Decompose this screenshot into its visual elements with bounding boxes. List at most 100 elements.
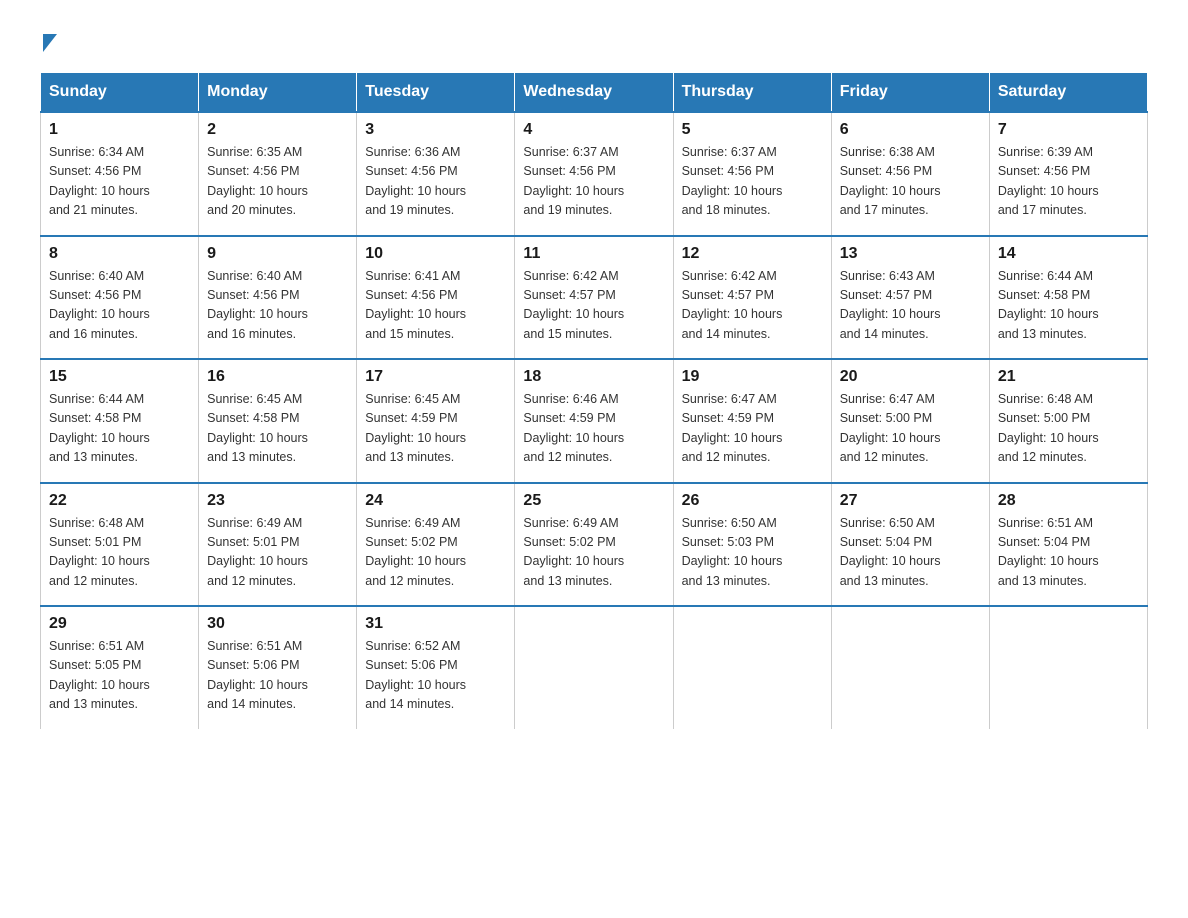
day-number: 19 xyxy=(682,368,823,386)
calendar-cell: 30 Sunrise: 6:51 AM Sunset: 5:06 PM Dayl… xyxy=(199,606,357,729)
day-number: 24 xyxy=(365,492,506,510)
day-number: 17 xyxy=(365,368,506,386)
calendar-cell: 26 Sunrise: 6:50 AM Sunset: 5:03 PM Dayl… xyxy=(673,483,831,607)
calendar-cell: 17 Sunrise: 6:45 AM Sunset: 4:59 PM Dayl… xyxy=(357,359,515,483)
day-number: 3 xyxy=(365,121,506,139)
day-info: Sunrise: 6:34 AM Sunset: 4:56 PM Dayligh… xyxy=(49,143,190,221)
calendar-cell: 25 Sunrise: 6:49 AM Sunset: 5:02 PM Dayl… xyxy=(515,483,673,607)
calendar-cell: 1 Sunrise: 6:34 AM Sunset: 4:56 PM Dayli… xyxy=(41,112,199,236)
day-number: 31 xyxy=(365,615,506,633)
day-info: Sunrise: 6:37 AM Sunset: 4:56 PM Dayligh… xyxy=(682,143,823,221)
day-info: Sunrise: 6:49 AM Sunset: 5:02 PM Dayligh… xyxy=(365,514,506,592)
day-number: 1 xyxy=(49,121,190,139)
day-info: Sunrise: 6:51 AM Sunset: 5:06 PM Dayligh… xyxy=(207,637,348,715)
day-info: Sunrise: 6:50 AM Sunset: 5:04 PM Dayligh… xyxy=(840,514,981,592)
day-info: Sunrise: 6:40 AM Sunset: 4:56 PM Dayligh… xyxy=(49,267,190,345)
day-info: Sunrise: 6:44 AM Sunset: 4:58 PM Dayligh… xyxy=(49,390,190,468)
calendar-cell: 21 Sunrise: 6:48 AM Sunset: 5:00 PM Dayl… xyxy=(989,359,1147,483)
day-number: 9 xyxy=(207,245,348,263)
day-number: 10 xyxy=(365,245,506,263)
logo-arrow-icon xyxy=(43,34,57,52)
day-info: Sunrise: 6:47 AM Sunset: 5:00 PM Dayligh… xyxy=(840,390,981,468)
day-number: 11 xyxy=(523,245,664,263)
day-info: Sunrise: 6:47 AM Sunset: 4:59 PM Dayligh… xyxy=(682,390,823,468)
day-number: 22 xyxy=(49,492,190,510)
calendar-cell: 18 Sunrise: 6:46 AM Sunset: 4:59 PM Dayl… xyxy=(515,359,673,483)
calendar-cell xyxy=(515,606,673,729)
dow-header-saturday: Saturday xyxy=(989,73,1147,113)
day-number: 13 xyxy=(840,245,981,263)
day-info: Sunrise: 6:43 AM Sunset: 4:57 PM Dayligh… xyxy=(840,267,981,345)
dow-header-thursday: Thursday xyxy=(673,73,831,113)
day-info: Sunrise: 6:52 AM Sunset: 5:06 PM Dayligh… xyxy=(365,637,506,715)
calendar-cell: 11 Sunrise: 6:42 AM Sunset: 4:57 PM Dayl… xyxy=(515,236,673,360)
day-number: 4 xyxy=(523,121,664,139)
day-info: Sunrise: 6:38 AM Sunset: 4:56 PM Dayligh… xyxy=(840,143,981,221)
calendar-cell: 2 Sunrise: 6:35 AM Sunset: 4:56 PM Dayli… xyxy=(199,112,357,236)
day-info: Sunrise: 6:48 AM Sunset: 5:00 PM Dayligh… xyxy=(998,390,1139,468)
dow-header-wednesday: Wednesday xyxy=(515,73,673,113)
day-number: 7 xyxy=(998,121,1139,139)
calendar-cell: 3 Sunrise: 6:36 AM Sunset: 4:56 PM Dayli… xyxy=(357,112,515,236)
calendar-cell: 7 Sunrise: 6:39 AM Sunset: 4:56 PM Dayli… xyxy=(989,112,1147,236)
day-number: 20 xyxy=(840,368,981,386)
day-number: 16 xyxy=(207,368,348,386)
calendar-cell: 9 Sunrise: 6:40 AM Sunset: 4:56 PM Dayli… xyxy=(199,236,357,360)
calendar-cell: 20 Sunrise: 6:47 AM Sunset: 5:00 PM Dayl… xyxy=(831,359,989,483)
calendar-cell xyxy=(831,606,989,729)
day-info: Sunrise: 6:45 AM Sunset: 4:58 PM Dayligh… xyxy=(207,390,348,468)
day-info: Sunrise: 6:40 AM Sunset: 4:56 PM Dayligh… xyxy=(207,267,348,345)
day-info: Sunrise: 6:36 AM Sunset: 4:56 PM Dayligh… xyxy=(365,143,506,221)
dow-header-tuesday: Tuesday xyxy=(357,73,515,113)
day-number: 8 xyxy=(49,245,190,263)
dow-header-sunday: Sunday xyxy=(41,73,199,113)
day-number: 27 xyxy=(840,492,981,510)
day-info: Sunrise: 6:39 AM Sunset: 4:56 PM Dayligh… xyxy=(998,143,1139,221)
day-number: 15 xyxy=(49,368,190,386)
calendar-cell: 16 Sunrise: 6:45 AM Sunset: 4:58 PM Dayl… xyxy=(199,359,357,483)
calendar-cell: 4 Sunrise: 6:37 AM Sunset: 4:56 PM Dayli… xyxy=(515,112,673,236)
calendar-cell: 6 Sunrise: 6:38 AM Sunset: 4:56 PM Dayli… xyxy=(831,112,989,236)
page-header xyxy=(40,30,1148,52)
day-info: Sunrise: 6:41 AM Sunset: 4:56 PM Dayligh… xyxy=(365,267,506,345)
day-number: 29 xyxy=(49,615,190,633)
calendar-cell: 24 Sunrise: 6:49 AM Sunset: 5:02 PM Dayl… xyxy=(357,483,515,607)
calendar-cell: 5 Sunrise: 6:37 AM Sunset: 4:56 PM Dayli… xyxy=(673,112,831,236)
day-info: Sunrise: 6:37 AM Sunset: 4:56 PM Dayligh… xyxy=(523,143,664,221)
day-info: Sunrise: 6:51 AM Sunset: 5:04 PM Dayligh… xyxy=(998,514,1139,592)
dow-header-monday: Monday xyxy=(199,73,357,113)
day-number: 5 xyxy=(682,121,823,139)
day-info: Sunrise: 6:51 AM Sunset: 5:05 PM Dayligh… xyxy=(49,637,190,715)
day-info: Sunrise: 6:44 AM Sunset: 4:58 PM Dayligh… xyxy=(998,267,1139,345)
calendar-cell: 31 Sunrise: 6:52 AM Sunset: 5:06 PM Dayl… xyxy=(357,606,515,729)
day-number: 25 xyxy=(523,492,664,510)
calendar-cell xyxy=(673,606,831,729)
logo xyxy=(40,30,57,52)
calendar-cell: 28 Sunrise: 6:51 AM Sunset: 5:04 PM Dayl… xyxy=(989,483,1147,607)
day-number: 21 xyxy=(998,368,1139,386)
day-number: 6 xyxy=(840,121,981,139)
calendar-cell: 19 Sunrise: 6:47 AM Sunset: 4:59 PM Dayl… xyxy=(673,359,831,483)
day-number: 28 xyxy=(998,492,1139,510)
calendar-cell: 14 Sunrise: 6:44 AM Sunset: 4:58 PM Dayl… xyxy=(989,236,1147,360)
day-info: Sunrise: 6:46 AM Sunset: 4:59 PM Dayligh… xyxy=(523,390,664,468)
day-info: Sunrise: 6:42 AM Sunset: 4:57 PM Dayligh… xyxy=(682,267,823,345)
calendar-table: SundayMondayTuesdayWednesdayThursdayFrid… xyxy=(40,72,1148,729)
calendar-cell: 13 Sunrise: 6:43 AM Sunset: 4:57 PM Dayl… xyxy=(831,236,989,360)
calendar-cell: 22 Sunrise: 6:48 AM Sunset: 5:01 PM Dayl… xyxy=(41,483,199,607)
calendar-cell: 12 Sunrise: 6:42 AM Sunset: 4:57 PM Dayl… xyxy=(673,236,831,360)
day-info: Sunrise: 6:49 AM Sunset: 5:02 PM Dayligh… xyxy=(523,514,664,592)
calendar-cell: 10 Sunrise: 6:41 AM Sunset: 4:56 PM Dayl… xyxy=(357,236,515,360)
calendar-cell: 15 Sunrise: 6:44 AM Sunset: 4:58 PM Dayl… xyxy=(41,359,199,483)
day-number: 26 xyxy=(682,492,823,510)
calendar-cell: 8 Sunrise: 6:40 AM Sunset: 4:56 PM Dayli… xyxy=(41,236,199,360)
calendar-cell xyxy=(989,606,1147,729)
day-number: 12 xyxy=(682,245,823,263)
day-number: 30 xyxy=(207,615,348,633)
day-number: 2 xyxy=(207,121,348,139)
day-info: Sunrise: 6:48 AM Sunset: 5:01 PM Dayligh… xyxy=(49,514,190,592)
calendar-cell: 29 Sunrise: 6:51 AM Sunset: 5:05 PM Dayl… xyxy=(41,606,199,729)
calendar-cell: 23 Sunrise: 6:49 AM Sunset: 5:01 PM Dayl… xyxy=(199,483,357,607)
day-info: Sunrise: 6:35 AM Sunset: 4:56 PM Dayligh… xyxy=(207,143,348,221)
day-info: Sunrise: 6:49 AM Sunset: 5:01 PM Dayligh… xyxy=(207,514,348,592)
